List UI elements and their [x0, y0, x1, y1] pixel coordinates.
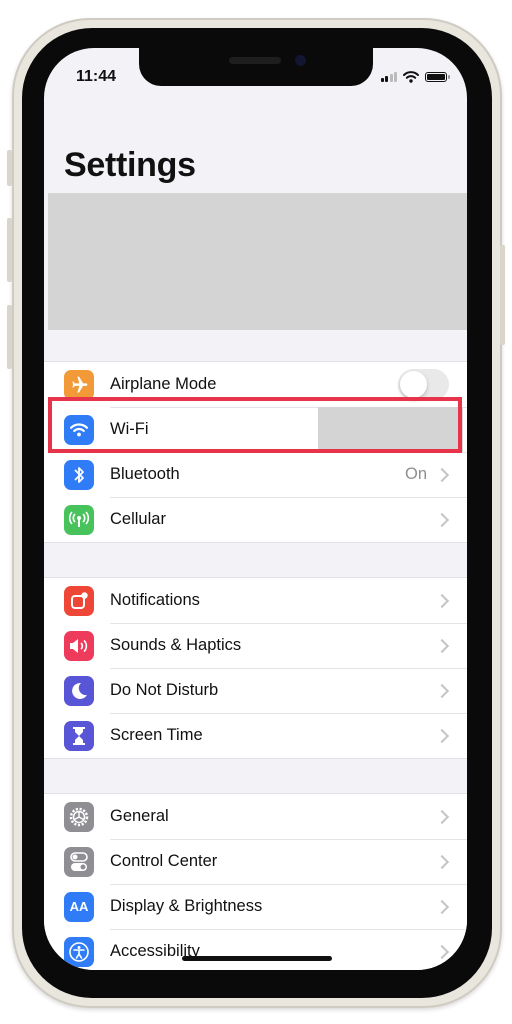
- row-label: Cellular: [110, 510, 166, 528]
- text-size-glyph: AA: [69, 899, 89, 914]
- row-label: Screen Time: [110, 726, 203, 744]
- row-sounds-haptics[interactable]: Sounds & Haptics: [44, 623, 467, 668]
- row-display-brightness[interactable]: AA Display & Brightness: [44, 884, 467, 929]
- settings-group-notifications: Notifications Sounds & Haptics Do Not Di…: [44, 577, 467, 759]
- volume-down-button: [7, 305, 12, 369]
- notifications-icon: [64, 585, 94, 616]
- airplane-icon: [64, 369, 94, 400]
- power-button: [500, 245, 505, 345]
- chevron-right-icon: [434, 683, 450, 698]
- wifi-highlight-annotation: [48, 397, 462, 453]
- front-camera: [295, 55, 306, 66]
- settings-group-general: General Control Center AA Display & Brig…: [44, 793, 467, 970]
- screen: 11:44 Settings Airplane Mode Wi-Fi Bluet…: [44, 48, 467, 970]
- speaker-icon: [64, 630, 94, 661]
- chevron-right-icon: [434, 512, 450, 527]
- text-size-icon: AA: [64, 891, 94, 922]
- row-label: Do Not Disturb: [110, 681, 219, 699]
- status-time: 11:44: [76, 68, 117, 85]
- chevron-right-icon: [434, 899, 450, 914]
- chevron-right-icon: [434, 593, 450, 608]
- cellular-signal-icon: [380, 72, 397, 82]
- wifi-status-icon: [403, 71, 419, 83]
- battery-icon: [425, 72, 450, 82]
- row-label: Airplane Mode: [110, 375, 217, 393]
- silent-switch: [7, 150, 12, 186]
- chevron-right-icon: [434, 467, 450, 482]
- bluetooth-status-value: On: [404, 465, 427, 483]
- airplane-mode-toggle[interactable]: [398, 369, 449, 400]
- row-bluetooth[interactable]: Bluetooth On: [44, 452, 467, 497]
- chevron-right-icon: [434, 638, 450, 653]
- row-label: Sounds & Haptics: [110, 636, 242, 654]
- bluetooth-icon: [64, 459, 94, 490]
- row-do-not-disturb[interactable]: Do Not Disturb: [44, 668, 467, 713]
- gear-icon: [64, 801, 94, 832]
- row-label: Display & Brightness: [110, 897, 263, 915]
- page-title: Settings: [64, 146, 196, 184]
- row-label: Notifications: [110, 591, 200, 609]
- row-general[interactable]: General: [44, 794, 467, 839]
- row-label: Bluetooth: [110, 465, 180, 483]
- chevron-right-icon: [434, 944, 450, 959]
- apple-id-profile-redacted[interactable]: [48, 193, 467, 330]
- notch: [139, 48, 373, 86]
- row-label: General: [110, 807, 169, 825]
- row-screen-time[interactable]: Screen Time: [44, 713, 467, 758]
- volume-up-button: [7, 218, 12, 282]
- speaker-grille: [229, 57, 281, 64]
- moon-icon: [64, 675, 94, 706]
- chevron-right-icon: [434, 809, 450, 824]
- status-icons: [380, 71, 450, 83]
- switches-icon: [64, 846, 94, 877]
- row-control-center[interactable]: Control Center: [44, 839, 467, 884]
- cellular-icon: [64, 504, 94, 535]
- chevron-right-icon: [434, 854, 450, 869]
- hourglass-icon: [64, 720, 94, 751]
- accessibility-icon: [64, 936, 94, 967]
- row-accessibility[interactable]: Accessibility: [44, 929, 467, 970]
- row-label: Control Center: [110, 852, 218, 870]
- row-notifications[interactable]: Notifications: [44, 578, 467, 623]
- row-cellular[interactable]: Cellular: [44, 497, 467, 542]
- chevron-right-icon: [434, 728, 450, 743]
- home-indicator[interactable]: [182, 956, 332, 961]
